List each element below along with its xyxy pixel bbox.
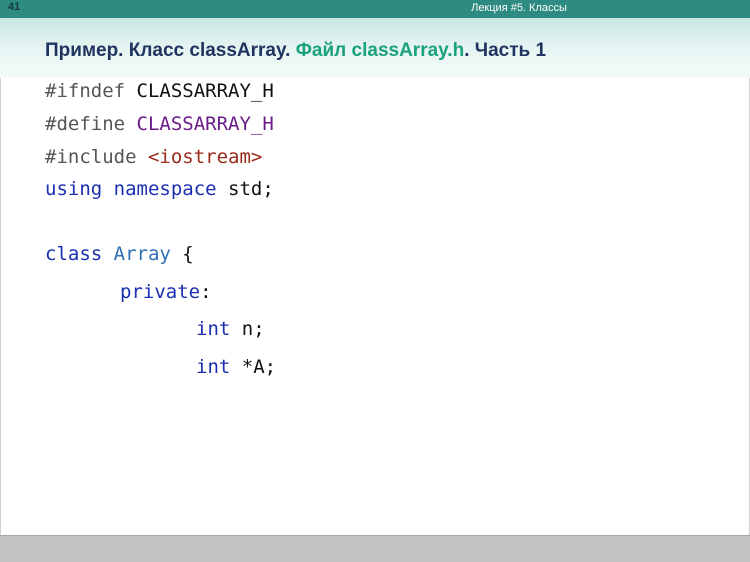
code-token: class — [45, 243, 103, 265]
code-token: { — [170, 243, 194, 265]
code-line-5: class Array { — [45, 243, 194, 265]
code-token: *A; — [230, 356, 277, 378]
code-line-3: #include <iostream> — [45, 146, 262, 168]
code-line-8: int *A; — [196, 356, 276, 378]
code-token: #include — [45, 146, 137, 168]
code-token: namespace — [102, 178, 217, 200]
code-block: #ifndef CLASSARRAY_H #define CLASSARRAY_… — [45, 0, 276, 378]
code-token: #ifndef — [45, 80, 126, 102]
lecture-title-wrap: Лекция #5. Классы — [0, 0, 750, 18]
code-token: <iostream> — [136, 146, 263, 168]
slide-title: Пример. Класс classArray. Файл classArra… — [45, 40, 546, 62]
title-part-2: Файл classArray.h — [295, 40, 465, 61]
title-part-3: . Часть 1 — [464, 40, 547, 61]
code-line-6: private: — [120, 281, 212, 303]
code-token: using — [45, 178, 103, 200]
code-token: n; — [230, 318, 265, 340]
code-token: #define — [45, 113, 126, 135]
code-token: CLASSARRAY_H — [125, 80, 274, 102]
code-token: private — [120, 281, 201, 303]
code-token: std; — [216, 178, 274, 200]
code-token: : — [200, 281, 212, 303]
code-line-7: int n; — [196, 318, 265, 340]
code-token: int — [196, 318, 231, 340]
title-part-1: Пример. Класс classArray. — [45, 40, 296, 61]
bottom-bar — [0, 535, 750, 562]
code-token: CLASSARRAY_H — [125, 113, 274, 135]
code-token: Array — [102, 243, 171, 265]
lecture-title: Лекция #5. Классы — [471, 2, 567, 14]
code-line-1: #ifndef CLASSARRAY_H — [45, 80, 274, 102]
code-token: int — [196, 356, 231, 378]
code-line-4: using namespace std; — [45, 178, 274, 200]
code-line-2: #define CLASSARRAY_H — [45, 113, 274, 135]
